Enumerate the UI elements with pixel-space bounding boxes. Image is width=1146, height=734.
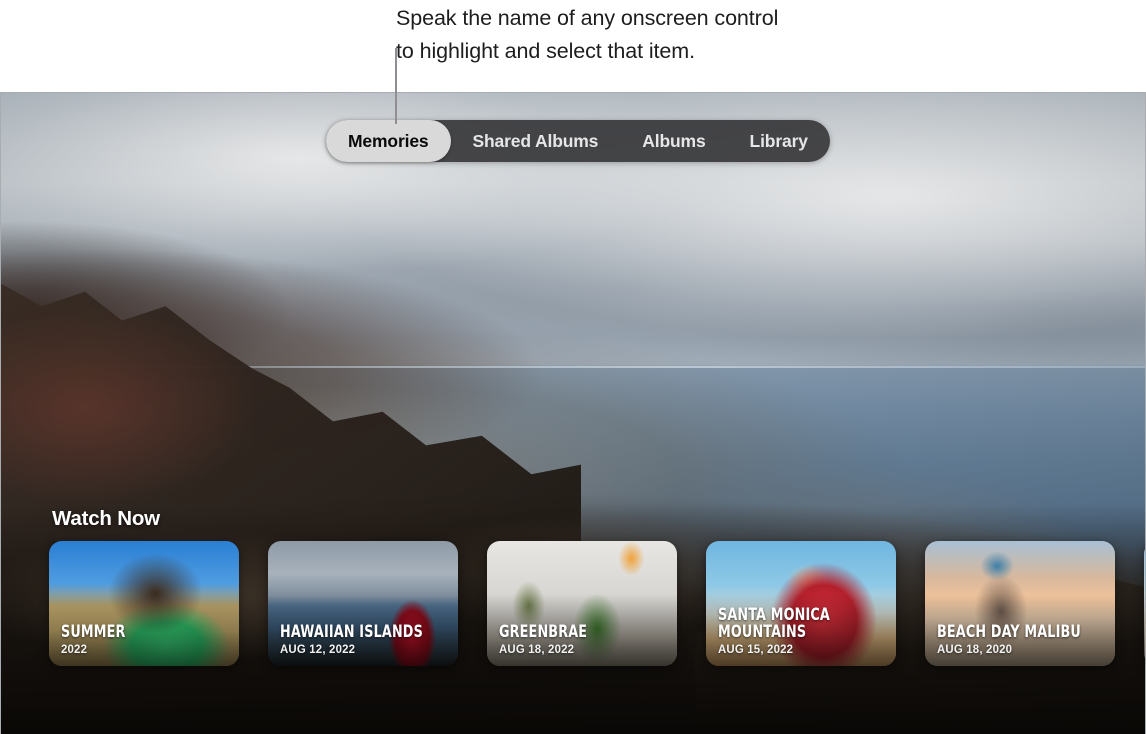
memory-card[interactable]: HAWAIIAN ISLANDS AUG 12, 2022	[268, 541, 458, 666]
memory-card-date: AUG 18, 2022	[499, 642, 575, 656]
callout-band: Speak the name of any onscreen control t…	[0, 0, 1146, 92]
memory-card-meta: GREENBRAE AUG 18, 2022	[499, 623, 667, 656]
memory-card-meta: SUMMER 2022	[61, 623, 229, 656]
memory-card[interactable]: SUMMER 2022	[49, 541, 239, 666]
tab-memories-label: Memories	[348, 130, 429, 151]
photos-app-screen: Memories Shared Albums Albums Library Wa…	[0, 92, 1146, 734]
callout-text: Speak the name of any onscreen control t…	[396, 6, 779, 63]
tab-albums[interactable]: Albums	[620, 120, 727, 162]
watch-now-heading: Watch Now	[52, 507, 160, 530]
memory-card[interactable]: GREENBRAE AUG 18, 2022	[487, 541, 677, 666]
tab-memories[interactable]: Memories	[326, 120, 451, 162]
callout-leader-line	[395, 48, 397, 124]
screenshot-root: Speak the name of any onscreen control t…	[0, 0, 1146, 734]
memory-card-meta: HAWAIIAN ISLANDS AUG 12, 2022	[280, 623, 448, 656]
memory-card-meta: SANTA MONICA MOUNTAINS AUG 15, 2022	[718, 606, 886, 656]
tab-shared-albums-label: Shared Albums	[472, 130, 599, 151]
memory-card-title: HAWAIIAN ISLANDS	[280, 622, 423, 641]
memory-card-title: GREENBRAE	[499, 622, 588, 641]
tab-albums-label: Albums	[642, 130, 706, 151]
memory-card-title: BEACH DAY MALIBU	[937, 622, 1081, 641]
memory-card-title: SUMMER	[61, 622, 126, 641]
tab-library[interactable]: Library	[728, 120, 830, 162]
memory-card-date: 2022	[61, 642, 88, 656]
memory-card-date: AUG 15, 2022	[718, 642, 794, 656]
memory-card-title: SANTA MONICA MOUNTAINS	[718, 605, 830, 641]
watch-now-card-row[interactable]: SUMMER 2022 HAWAIIAN ISLANDS AUG 12, 202…	[49, 541, 1145, 666]
memory-card[interactable]: SANTA MONICA MOUNTAINS AUG 15, 2022	[706, 541, 896, 666]
memory-card-date: AUG 12, 2022	[280, 642, 356, 656]
photos-tab-bar: Memories Shared Albums Albums Library	[326, 120, 830, 162]
memory-card-date: AUG 18, 2020	[937, 642, 1013, 656]
memory-card-meta: BEACH DAY MALIBU AUG 18, 2020	[937, 623, 1105, 656]
tab-shared-albums[interactable]: Shared Albums	[451, 120, 621, 162]
memory-card[interactable]: BEACH DAY MALIBU AUG 18, 2020	[925, 541, 1115, 666]
tab-library-label: Library	[749, 130, 808, 151]
